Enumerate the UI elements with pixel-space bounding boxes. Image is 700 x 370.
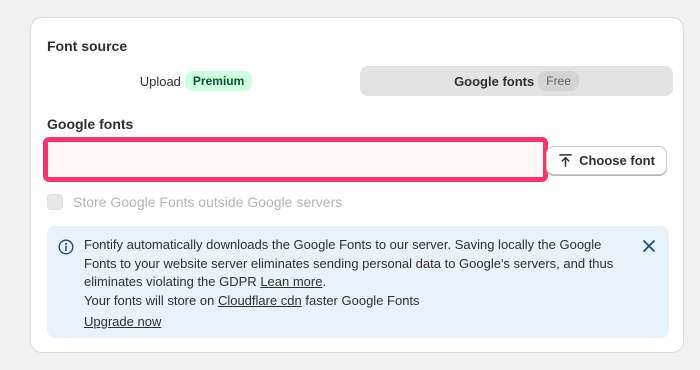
- banner-text-period: .: [322, 274, 327, 289]
- choose-font-label: Choose font: [579, 153, 655, 168]
- store-outside-option: Store Google Fonts outside Google server…: [47, 194, 342, 210]
- store-outside-label: Store Google Fonts outside Google server…: [73, 194, 343, 210]
- upgrade-now-link[interactable]: Upgrade now: [84, 314, 161, 329]
- font-source-title: Font source: [47, 38, 128, 54]
- upload-option-tab[interactable]: Upload Premium: [46, 66, 346, 96]
- premium-badge: Premium: [184, 71, 253, 91]
- upload-arrow-icon: [559, 154, 572, 167]
- store-outside-checkbox[interactable]: [47, 194, 63, 210]
- google-fonts-option-label: Google fonts: [454, 73, 535, 89]
- banner-message: Fontify automatically downloads the Goog…: [84, 236, 614, 310]
- choose-font-button[interactable]: Choose font: [546, 146, 667, 175]
- google-fonts-option-tab[interactable]: Google fonts Free: [360, 66, 673, 96]
- google-fonts-title: Google fonts: [47, 116, 134, 132]
- info-icon: [58, 239, 74, 255]
- google-font-input[interactable]: [48, 142, 543, 177]
- google-font-input-highlight: [43, 137, 548, 182]
- cloudflare-cdn-link[interactable]: Cloudflare cdn: [218, 293, 302, 308]
- info-banner: Fontify automatically downloads the Goog…: [47, 226, 669, 338]
- close-icon[interactable]: [641, 238, 657, 254]
- banner-text-part1: Fontify automatically downloads the Goog…: [84, 237, 614, 289]
- banner-text-part2: Your fonts will store on: [84, 292, 218, 308]
- free-badge: Free: [538, 71, 579, 91]
- font-settings-card: Font source Upload Premium Google fonts …: [30, 17, 684, 353]
- upload-option-label: Upload: [139, 73, 181, 89]
- banner-text-part3: faster Google Fonts: [301, 292, 420, 308]
- learn-more-link[interactable]: Lean more: [260, 274, 322, 289]
